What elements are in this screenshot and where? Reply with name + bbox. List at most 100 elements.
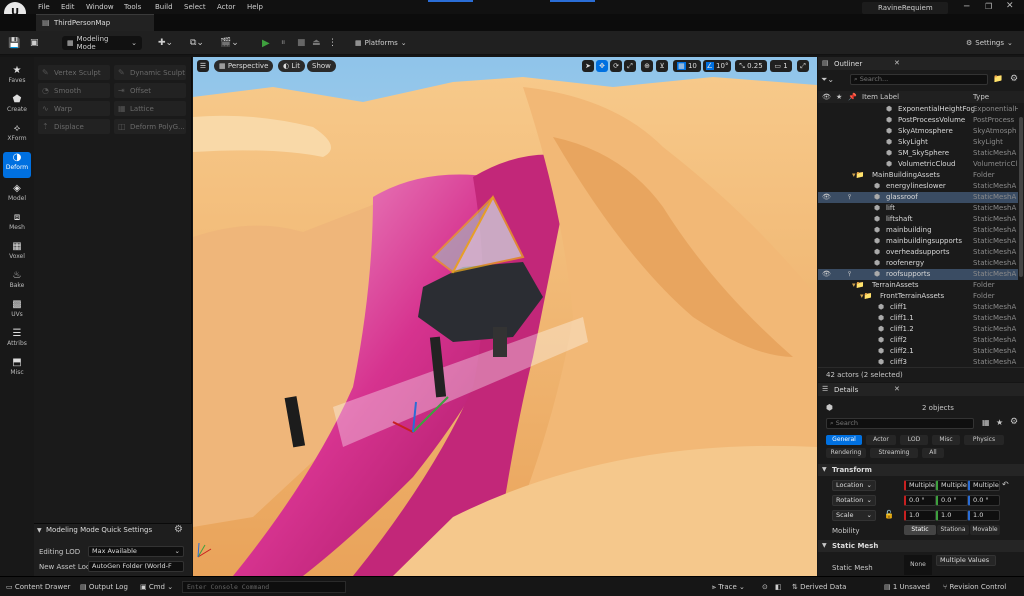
settings-gear-icon[interactable]: ⚙ (1010, 74, 1018, 84)
scale-snap-button[interactable]: ⤡ 0.25 (735, 60, 767, 72)
output-log-button[interactable]: ▤ Output Log (80, 583, 128, 591)
palette-voxel[interactable]: ▦ Voxel (3, 241, 31, 267)
revision-control-button[interactable]: ⑂ Revision Control (943, 583, 1006, 591)
outliner-row[interactable]: ⬢ cliff1.1 StaticMeshA (818, 313, 1018, 324)
favorite-icon[interactable]: ★ (996, 418, 1003, 427)
menu-select[interactable]: Select (184, 3, 206, 11)
world-space-icon[interactable]: ⊕ (641, 60, 653, 72)
mobility-stationary[interactable]: Stationa (937, 525, 969, 535)
menu-tools[interactable]: Tools (124, 3, 141, 11)
minimize-icon[interactable]: ─ (964, 2, 969, 12)
outliner-row[interactable]: ⬢ liftshaft StaticMeshA (818, 214, 1018, 225)
new-folder-icon[interactable]: 📁 (993, 74, 1003, 83)
scale-z-field[interactable]: 1.0 (968, 510, 1000, 521)
palette-uvs[interactable]: ▩ UVs (3, 299, 31, 325)
platforms-button[interactable]: ▦ Platforms ⌄ (355, 36, 407, 50)
outliner-row[interactable]: ⬢ PostProcessVolume PostProcess (818, 115, 1018, 126)
grid-snap-button[interactable]: ▦ 10 (673, 60, 701, 72)
show-button[interactable]: Show (307, 60, 336, 72)
browse-icon[interactable]: ▣ (30, 36, 39, 50)
details-search-input[interactable]: ⌕ Search (826, 418, 974, 429)
palette-create[interactable]: ⬟ Create (3, 94, 31, 120)
palette-faves[interactable]: ★ Faves (3, 65, 31, 91)
filter-lod[interactable]: LOD (900, 435, 928, 445)
screenshot-icon[interactable]: ◧ (775, 583, 782, 591)
pin-icon[interactable]: ⫯ (848, 192, 851, 203)
outliner-row[interactable]: ▾📁 MainBuildingAssets Folder (818, 170, 1018, 181)
rotation-z-field[interactable]: 0.0 ° (968, 495, 1000, 506)
tool-vertex-sculpt[interactable]: ✎ Vertex Sculpt (38, 65, 110, 80)
outliner-row[interactable]: 👁 ⫯ ⬢ glassroof StaticMeshA (818, 192, 1018, 203)
tab-thirdpersonmap[interactable]: ▤ ThirdPersonMap (36, 14, 154, 31)
filter-rendering[interactable]: Rendering (826, 448, 866, 458)
outliner-row[interactable]: ⬢ roofenergy StaticMeshA (818, 258, 1018, 269)
filter-streaming[interactable]: Streaming (870, 448, 918, 458)
asset-location-select[interactable]: AutoGen Folder (World-F (88, 561, 184, 572)
close-tab-icon[interactable]: ✕ (894, 385, 900, 393)
outliner-row[interactable]: ⬢ cliff1 StaticMeshA (818, 302, 1018, 313)
menu-file[interactable]: File (38, 3, 50, 11)
outliner-row[interactable]: ⬢ SkyLight SkyLight (818, 137, 1018, 148)
pause-icon[interactable]: ⏸ (281, 36, 286, 50)
palette-deform[interactable]: ◑ Deform (3, 152, 31, 178)
collapse-arrow-icon[interactable]: ▼ (37, 527, 42, 534)
tool-lattice[interactable]: ▦ Lattice (114, 101, 186, 116)
content-drawer-button[interactable]: ▭ Content Drawer (6, 583, 70, 591)
details-tab[interactable]: ☰ Details ✕ (818, 383, 1024, 396)
settings-button[interactable]: ⚙ Settings ⌄ (966, 36, 1013, 50)
palette-bake[interactable]: ♨ Bake (3, 270, 31, 296)
rotation-x-field[interactable]: 0.0 ° (904, 495, 936, 506)
filter-all[interactable]: All (922, 448, 944, 458)
level-viewport[interactable]: ☰ ▦ Perspective ◐ Lit Show ➤ ✥ ⟳ ⤢ ⊕ ⊻ ▦… (193, 57, 817, 576)
palette-mesh[interactable]: ⧈ Mesh (3, 212, 31, 238)
filter-general[interactable]: General (826, 435, 862, 445)
palette-attribs[interactable]: ☰ Attribs (3, 328, 31, 354)
add-actor-icon[interactable]: ✚⌄ (158, 36, 173, 50)
visibility-icon[interactable]: 👁 (822, 192, 831, 203)
outliner-row[interactable]: ⬢ mainbuilding StaticMeshA (818, 225, 1018, 236)
outliner-row[interactable]: ⬢ ExponentialHeightFog ExponentialH (818, 104, 1018, 115)
palette-misc[interactable]: ⬒ Misc (3, 357, 31, 383)
surface-snap-icon[interactable]: ⊻ (656, 60, 668, 72)
console-input[interactable]: Enter Console Command (182, 581, 346, 593)
rotate-mode-icon[interactable]: ⟳ (610, 60, 622, 72)
menu-window[interactable]: Window (86, 3, 114, 11)
tool-offset[interactable]: ⇥ Offset (114, 83, 186, 98)
unsaved-button[interactable]: ▤ 1 Unsaved (884, 583, 930, 591)
static-mesh-section-header[interactable]: ▼ Static Mesh (818, 540, 1024, 552)
visibility-icon[interactable]: 👁 (822, 269, 831, 280)
location-x-field[interactable]: Multiple (904, 480, 936, 491)
mobility-static[interactable]: Static (904, 525, 936, 535)
outliner-row[interactable]: ⬢ energylineslower StaticMeshA (818, 181, 1018, 192)
outliner-row[interactable]: ⬢ SM_SkySphere StaticMeshA (818, 148, 1018, 159)
cinematics-icon[interactable]: 🎬⌄ (220, 36, 239, 50)
outliner-row[interactable]: 👁 ⫯ ⬢ roofsupports StaticMeshA (818, 269, 1018, 280)
editing-lod-select[interactable]: Max Available ⌄ (88, 546, 184, 557)
angle-snap-button[interactable]: ∠ 10° (703, 60, 731, 72)
derived-data-button[interactable]: ⇅ Derived Data (792, 583, 846, 591)
column-type-header[interactable]: Type (973, 93, 989, 101)
outliner-row[interactable]: ⬢ SkyAtmosphere SkyAtmosph (818, 126, 1018, 137)
stop-icon[interactable]: ■ (297, 36, 306, 50)
save-icon[interactable]: 💾 (8, 36, 20, 50)
outliner-row[interactable]: ⬢ cliff1.2 StaticMeshA (818, 324, 1018, 335)
gear-icon[interactable]: ⚙ (174, 524, 183, 535)
outliner-row[interactable]: ⬢ overheadsupports StaticMeshA (818, 247, 1018, 258)
add-filter-icon[interactable]: ⏷⌄ (821, 75, 834, 85)
menu-actor[interactable]: Actor (217, 3, 235, 11)
menu-help[interactable]: Help (247, 3, 263, 11)
reset-icon[interactable]: ↶ (1002, 480, 1009, 489)
scale-x-field[interactable]: 1.0 (904, 510, 936, 521)
outliner-row[interactable]: ▾📁 TerrainAssets Folder (818, 280, 1018, 291)
tool-dynamic-sculpt[interactable]: ✎ Dynamic Sculpt (114, 65, 186, 80)
viewport-menu-icon[interactable]: ☰ (197, 60, 209, 72)
close-icon[interactable]: ✕ (1006, 1, 1014, 11)
move-mode-icon[interactable]: ✥ (596, 60, 608, 72)
location-dropdown[interactable]: Location ⌄ (832, 480, 876, 491)
lock-icon[interactable]: 🔓 (884, 510, 894, 519)
filter-actor[interactable]: Actor (866, 435, 896, 445)
transform-section-header[interactable]: ▼ Transform (818, 464, 1024, 476)
location-y-field[interactable]: Multiple (936, 480, 968, 491)
tool-displace[interactable]: ⇡ Displace (38, 119, 110, 134)
scale-dropdown[interactable]: Scale ⌄ (832, 510, 876, 521)
